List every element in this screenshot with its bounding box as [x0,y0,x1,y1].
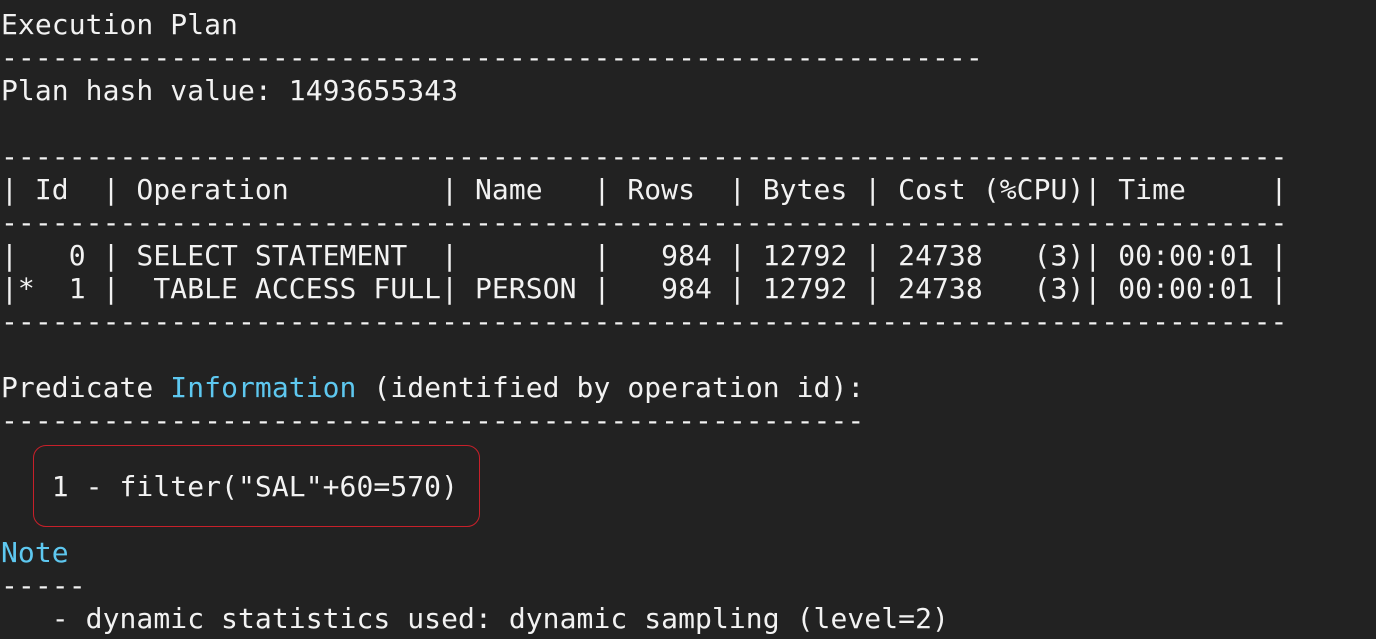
title-rule: ----------------------------------------… [1,41,983,74]
table-row: |* 1 | TABLE ACCESS FULL| PERSON | 984 |… [1,272,1288,305]
table-rule-top: ----------------------------------------… [1,140,1288,173]
execution-plan-title: Execution Plan [1,8,238,41]
table-rule-mid: ----------------------------------------… [1,206,1288,239]
table-row: | 0 | SELECT STATEMENT | | 984 | 12792 |… [1,239,1288,272]
plan-hash-line: Plan hash value: 1493655343 [1,74,458,107]
predicate-heading-suffix: (identified by operation id): [356,371,865,404]
plan-hash-label: Plan hash value: [1,74,272,107]
note-rule: ----- [1,569,86,602]
table-rule-bottom: ----------------------------------------… [1,305,1288,338]
terminal-output[interactable]: Execution Plan -------------------------… [0,0,1376,639]
predicate-rule: ----------------------------------------… [1,404,865,437]
predicate-heading-keyword: Information [170,371,357,404]
predicate-heading: Predicate Information (identified by ope… [1,371,864,404]
note-item: - dynamic statistics used: dynamic sampl… [1,602,949,635]
table-header-row: | Id | Operation | Name | Rows | Bytes |… [1,173,1288,206]
predicate-heading-prefix: Predicate [1,371,171,404]
note-heading: Note [1,536,69,569]
predicate-filter-line: 1 - filter("SAL"+60=570) [1,470,459,503]
plan-hash-value: 1493655343 [288,74,459,107]
